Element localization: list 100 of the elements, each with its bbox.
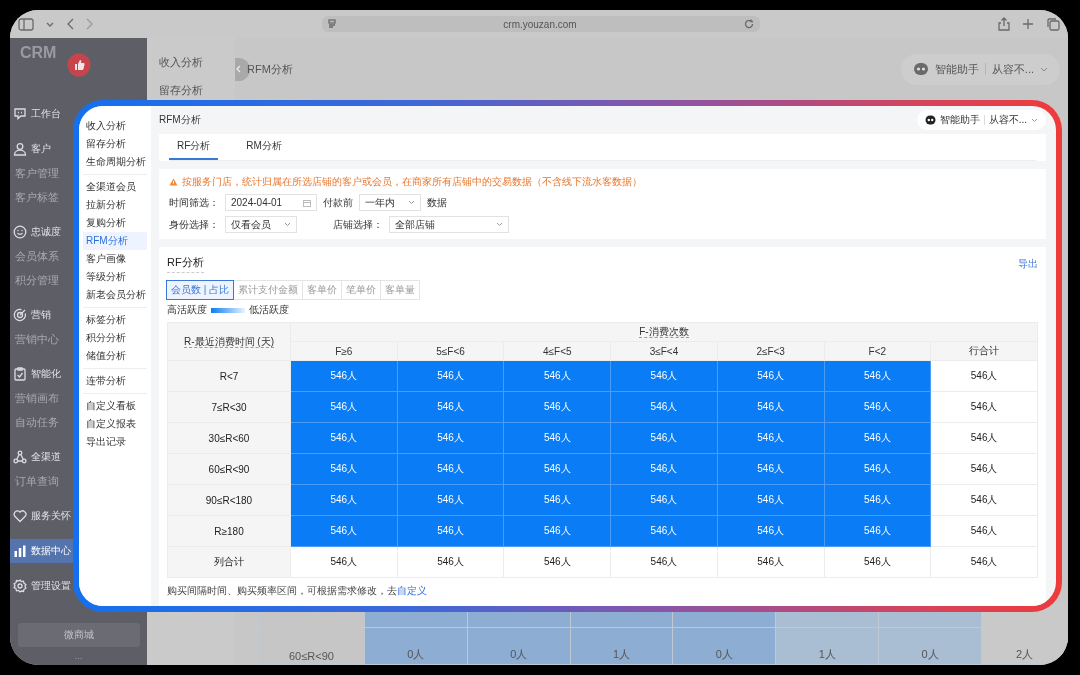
nav-item[interactable]: 客户标签 [10,185,64,209]
subnav-item[interactable]: 留存分析 [147,76,235,104]
metric-tab[interactable]: 会员数 | 占比 [166,280,235,300]
tabs-icon[interactable] [1046,17,1060,31]
date-field[interactable]: 2024-04-01 [225,194,317,211]
table-cell: 546人 [824,391,931,423]
page-title: RFM分析 [159,113,201,128]
tab[interactable]: RF分析 [169,134,219,160]
nav-label: 客户 [31,142,51,156]
metric-tab[interactable]: 客单量 [380,280,421,300]
nav-item[interactable]: 自动任务 [10,410,64,434]
smiley-icon [13,225,27,239]
reload-icon[interactable] [744,19,754,29]
period-select[interactable]: 一年内 [359,194,421,211]
forward-icon[interactable] [86,18,94,30]
sidebar-item[interactable]: 储值分析 [83,347,147,365]
sidebar-item[interactable]: 导出记录 [83,433,147,451]
sidebar-item[interactable]: 标签分析 [83,311,147,329]
account-name: 从容不... [988,113,1027,128]
table-cell: 0人 [364,627,468,665]
nav-item[interactable]: 工作台 [10,102,73,126]
table-cell: 546人 [290,515,398,547]
chevron-down-icon[interactable] [46,21,54,27]
row-label-cell: R<7 [167,360,291,392]
nav-label: 全渠道 [31,450,61,464]
nav-item[interactable]: 智能化 [10,362,73,386]
table-cell: 546人 [824,360,931,392]
nav-item[interactable]: 全渠道 [10,445,73,469]
subnav-item[interactable]: 收入分析 [147,48,235,76]
sidebar-item[interactable]: 收入分析 [83,117,147,135]
customize-link[interactable]: 自定义 [397,585,427,596]
table-cell: 546人 [824,453,931,485]
nav-item[interactable]: 营销 [10,303,73,327]
collapse-tab[interactable] [235,57,250,81]
assistant-pill[interactable]: 智能助手 从容不... [900,53,1060,85]
thumbs-up-icon[interactable] [66,52,91,77]
identity-select[interactable]: 仅看会员 [225,216,297,233]
table-cell: 546人 [930,546,1038,578]
nav-item[interactable]: 数据中心 [10,539,73,563]
sidebar-item[interactable]: 全渠道会员 [83,178,147,196]
nav-label: 管理设置 [31,579,71,593]
nav-item[interactable]: 客户 [10,137,73,161]
nav-item[interactable]: 会员体系 [10,244,64,268]
sidebar-item[interactable]: 生命周期分析 [83,153,147,171]
store-select[interactable]: 全部店铺 [389,216,509,233]
metric-tab[interactable]: 累计支付金额 [233,280,304,300]
nav-item[interactable]: 服务关怀 [10,504,73,528]
settings-icon [13,579,27,593]
back-icon[interactable] [66,18,74,30]
table-cell: 546人 [503,391,611,423]
warning-icon [169,178,178,186]
plus-icon[interactable] [1022,18,1034,30]
table-cell: 546人 [397,422,504,454]
sidebar-icon[interactable] [18,17,34,31]
nav-item[interactable]: 营销中心 [10,327,64,351]
share-icon[interactable] [998,17,1010,31]
export-link[interactable]: 导出 [1018,257,1038,271]
sidebar-item[interactable]: 自定义看板 [83,397,147,415]
target-icon [13,308,27,322]
nav-item[interactable]: 订单查询 [10,469,64,493]
nav-item[interactable]: 营销画布 [10,386,64,410]
caret-icon [1031,117,1038,123]
table-cell: 546人 [610,391,718,423]
table-cell: 546人 [290,422,398,454]
header-text: F-消费次数 [639,326,689,338]
table-cell: 546人 [824,515,931,547]
legend-label: 低活跃度 [249,303,289,317]
assistant-label: 智能助手 [934,61,979,77]
filter-label: 身份选择： [169,217,219,232]
table-cell: 546人 [717,546,824,578]
store-button[interactable]: 微商城 [17,623,140,647]
sidebar-item[interactable]: 自定义报表 [83,415,147,433]
sidebar-item[interactable]: 拉新分析 [83,196,147,214]
nav-item[interactable]: 忠诚度 [10,220,73,244]
caret-icon [1040,66,1048,72]
heart-icon [13,509,27,523]
chevron-left-icon [235,65,241,73]
table-cell: 546人 [397,515,504,547]
filter-label: 店铺选择： [333,217,383,232]
table-cell: 0人 [467,627,571,665]
sidebar-item[interactable]: 等级分析 [83,268,147,286]
metric-tab[interactable]: 笔单价 [341,280,382,300]
sidebar-item[interactable]: 留存分析 [83,135,147,153]
nav-item[interactable]: 积分管理 [10,268,64,292]
metric-tab[interactable]: 客单价 [302,280,343,300]
page-icon [328,19,336,29]
assistant-pill[interactable]: 智能助手 从容不... [916,110,1046,131]
table-cell: 546人 [290,546,398,578]
address-bar[interactable]: crm.youzan.com [322,16,760,32]
sidebar-item[interactable]: 客户画像 [83,250,147,268]
sidebar-item[interactable]: RFM分析 [83,232,147,250]
row-label-cell: 60≤R<90 [167,453,291,485]
sidebar-item[interactable]: 复购分析 [83,214,147,232]
sidebar-item[interactable]: 连带分析 [83,372,147,390]
table-cell: 546人 [717,484,824,516]
sidebar-item[interactable]: 新老会员分析 [83,286,147,304]
sidebar-item[interactable]: 积分分析 [83,329,147,347]
nav-item[interactable]: 客户管理 [10,161,64,185]
tab[interactable]: RM分析 [238,134,290,160]
nav-item[interactable]: 管理设置 [10,574,73,598]
